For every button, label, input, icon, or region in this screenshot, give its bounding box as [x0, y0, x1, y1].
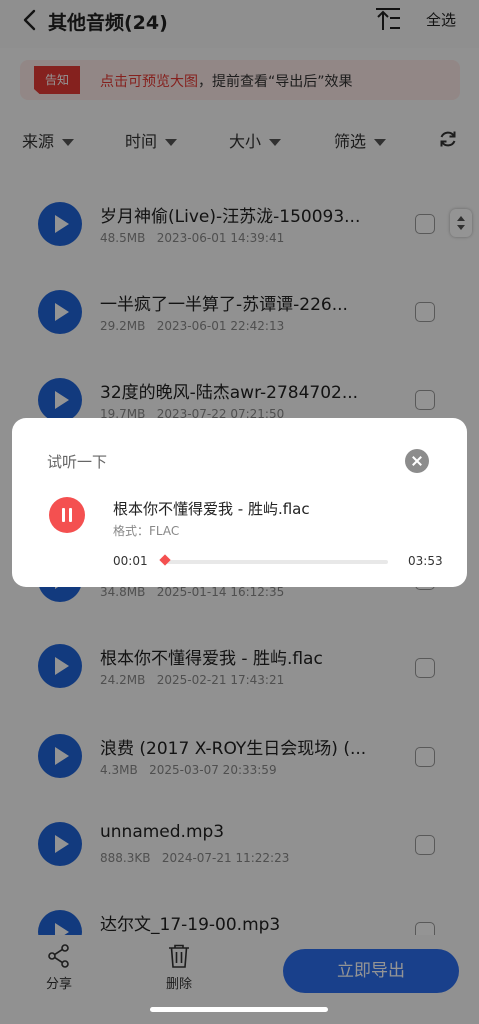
close-icon[interactable]: [405, 449, 429, 473]
total-time: 03:53: [408, 554, 443, 568]
pause-icon[interactable]: [49, 497, 85, 533]
dialog-title: 试听一下: [47, 453, 108, 471]
current-time: 00:01: [113, 554, 148, 568]
audio-preview-dialog: 试听一下 根本你不懂得爱我 - 胜屿.flac 格式：FLAC 00:01 03…: [12, 418, 467, 587]
progress-slider[interactable]: [159, 554, 388, 566]
progress-knob[interactable]: [159, 554, 171, 566]
dialog-song-name: 根本你不懂得爱我 - 胜屿.flac: [113, 500, 310, 518]
dialog-format: 格式：FLAC: [113, 524, 180, 538]
home-indicator[interactable]: [150, 1007, 328, 1012]
